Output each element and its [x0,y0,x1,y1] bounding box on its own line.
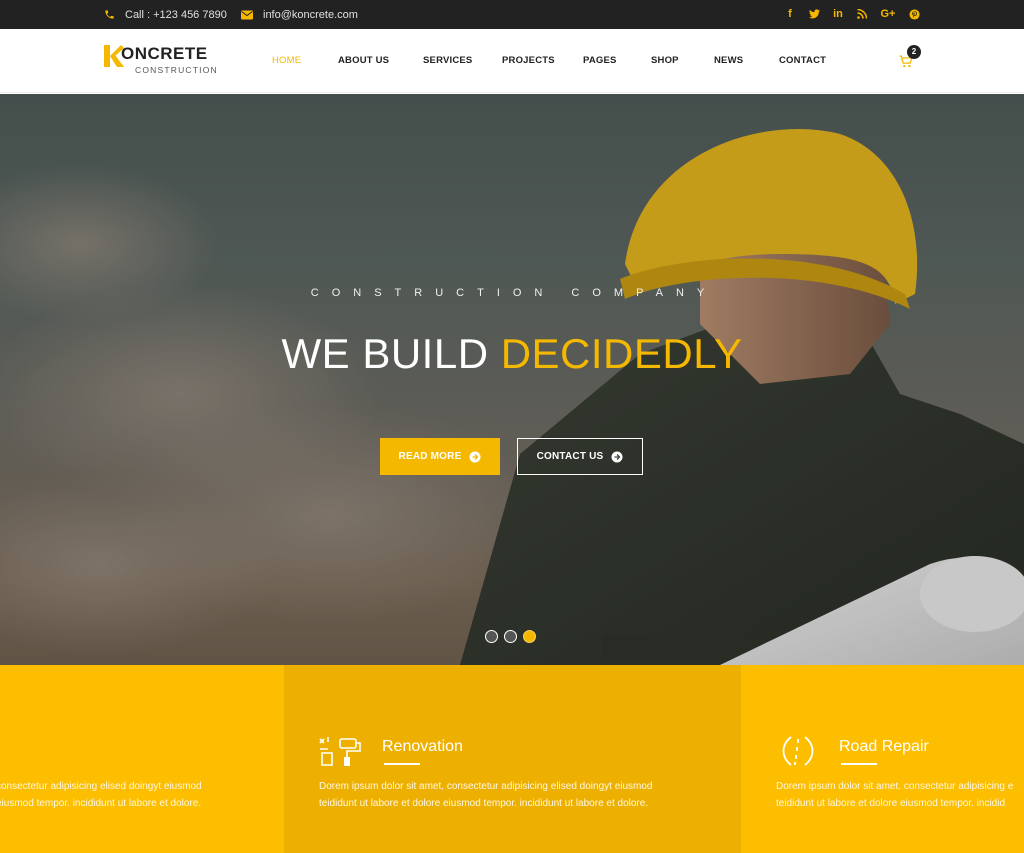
envelope-icon [241,10,253,19]
contact-us-label: CONTACT US [536,451,604,462]
pinterest-icon[interactable] [907,0,921,29]
slide-dot-1[interactable] [485,630,498,643]
main-header: ONCRETE CONSTRUCTION HOME ABOUT US SERVI… [0,29,1024,93]
nav-home[interactable]: HOME [272,29,301,93]
google-plus-icon[interactable]: G+ [879,0,897,29]
service-text-line: teididunt ut labore et dolore eiusmod te… [776,798,1006,809]
nav-projects[interactable]: PROJECTS [502,29,555,93]
nav-pages[interactable]: PAGES [583,29,617,93]
title-underline [384,763,420,765]
headline-white-text: WE BUILD [281,330,489,377]
paint-roller-icon [319,737,361,766]
hero-slider: CONSTRUCTION COMPANY WE BUILD DECIDEDLY … [0,94,1024,665]
services-strip: consectetur adipisicing elised doingyt e… [0,665,1024,853]
rss-icon[interactable] [855,0,869,29]
service-text-line: consectetur adipisicing elised doingyt e… [0,781,202,792]
phone-contact[interactable]: Call : +123 456 7890 [104,0,227,29]
phone-text: Call : +123 456 7890 [125,8,227,21]
email-contact[interactable]: info@koncrete.com [241,0,358,29]
nav-shop[interactable]: SHOP [651,29,679,93]
service-title: Renovation [382,738,463,755]
service-description: Dorem ipsum dolor sit amet, consectetur … [776,778,1013,812]
slider-pagination [485,630,536,643]
nav-services[interactable]: SERVICES [423,29,472,93]
email-text: info@koncrete.com [263,8,358,21]
service-text-line: eiusmod tempor. incididunt ut labore et … [0,798,202,809]
service-title: Road Repair [839,738,929,755]
phone-icon [105,10,114,19]
service-text-line: teididunt ut labore et dolore eiusmod te… [319,798,649,809]
cart-button[interactable]: 2 [899,45,921,73]
slide-dot-3[interactable] [523,630,536,643]
linkedin-icon[interactable]: in [831,0,845,29]
top-bar: Call : +123 456 7890 info@koncrete.com f… [0,0,1024,29]
hero-tagline: CONSTRUCTION COMPANY [310,287,718,299]
nav-news[interactable]: NEWS [714,29,743,93]
service-text-line: Dorem ipsum dolor sit amet, consectetur … [776,781,1014,792]
service-card-road-repair[interactable]: Road Repair Dorem ipsum dolor sit amet, … [741,665,1024,853]
nav-about-us[interactable]: ABOUT US [338,29,389,93]
nav-contact[interactable]: CONTACT [779,29,826,93]
facebook-icon[interactable]: f [783,0,797,29]
service-text-line: Dorem ipsum dolor sit amet, consectetur … [319,781,653,792]
service-description: Dorem ipsum dolor sit amet, consectetur … [319,778,653,812]
service-card-renovation[interactable]: Renovation Dorem ipsum dolor sit amet, c… [284,665,741,853]
arrow-circle-right-icon [469,451,481,462]
slide-dot-2[interactable] [504,630,517,643]
service-description: consectetur adipisicing elised doingyt e… [0,778,202,812]
hero-headline: WE BUILD DECIDEDLY [0,330,1024,378]
contact-us-button[interactable]: CONTACT US [517,438,643,475]
read-more-button[interactable]: READ MORE [380,438,500,475]
social-links: f in G+ [783,0,921,29]
hero-overlay [0,94,1024,665]
cart-count-badge: 2 [907,45,921,59]
road-icon [782,736,814,766]
twitter-icon[interactable] [807,0,821,29]
service-card-1[interactable]: consectetur adipisicing elised doingyt e… [0,665,284,853]
read-more-label: READ MORE [398,451,462,462]
title-underline [841,763,877,765]
headline-accent-text: DECIDEDLY [500,330,743,377]
main-navigation: HOME ABOUT US SERVICES PROJECTS PAGES SH… [0,29,1024,93]
arrow-circle-right-icon [611,451,623,462]
